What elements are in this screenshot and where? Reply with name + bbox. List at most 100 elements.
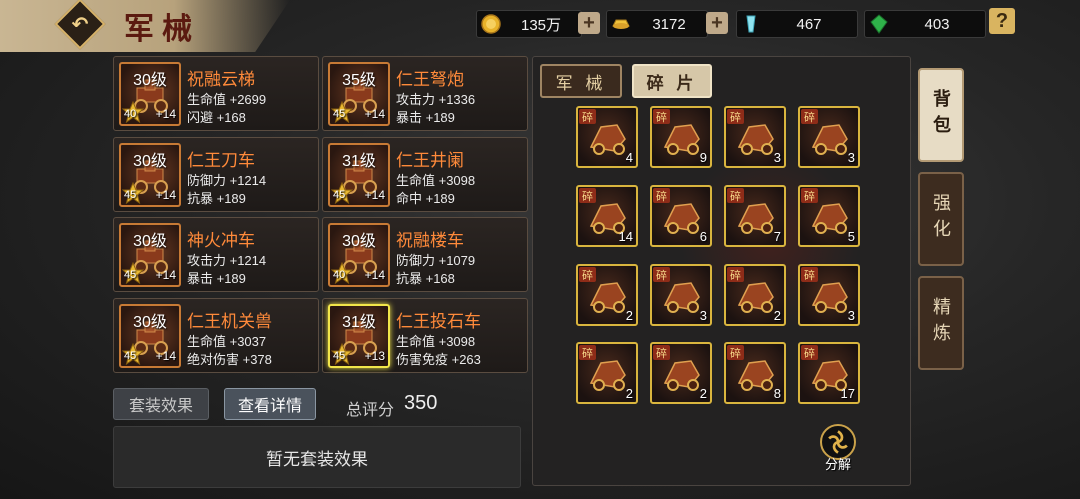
fragment-count: 2	[625, 386, 633, 401]
fragment-slot[interactable]: 碎2	[576, 342, 638, 404]
weapon-star-level: 45	[124, 269, 137, 281]
decompose-label: 分解	[824, 457, 851, 472]
fragment-slot[interactable]: 碎3	[798, 264, 860, 326]
weapon-enhance-level: +14	[155, 107, 176, 121]
gold-value: 135万	[520, 16, 562, 34]
fragment-slot[interactable]: 碎9	[650, 106, 712, 168]
currency-jade: 403	[864, 10, 986, 38]
currency-crystal: 467	[736, 10, 858, 38]
fragment-count: 14	[618, 229, 633, 244]
fragment-tag: 碎	[801, 345, 818, 360]
weapon-thumbnail: 30级 40 +14	[119, 62, 181, 126]
weapon-thumbnail: 30级 45 +14	[119, 143, 181, 207]
gold-coin-icon	[481, 14, 501, 34]
fragment-slot[interactable]: 碎 17	[798, 342, 860, 404]
weapon-enhance-level: +14	[364, 188, 385, 202]
weapon-stat-primary: 生命值 +3098	[396, 334, 476, 349]
suit-effect-button[interactable]: 套装效果	[113, 388, 209, 420]
fragment-slot[interactable]: 碎2	[724, 264, 786, 326]
weapon-card[interactable]: 31级 45 +13 仁王投石车 生命值 +3098 伤害免疫 +263	[322, 298, 528, 373]
fragment-tag: 碎	[579, 109, 596, 124]
weapon-card[interactable]: 30级 45 +14 仁王机关兽 生命值 +3037 绝对伤害 +378	[113, 298, 319, 373]
weapon-card[interactable]: 35级 45 +14 仁王弩炮 攻击力 +1336 暴击 +189	[322, 56, 528, 131]
weapon-stat-secondary: 命中 +189	[396, 191, 455, 206]
weapon-card[interactable]: 30级 45 +14 仁王刀车 防御力 +1214 抗暴 +189	[113, 137, 319, 212]
fragment-slot[interactable]: 碎2	[650, 342, 712, 404]
tab-weapons[interactable]: 军 械	[540, 64, 622, 98]
fragment-count: 2	[699, 386, 707, 401]
fragment-slot[interactable]: 碎3	[724, 106, 786, 168]
total-score-value: 350	[404, 392, 438, 414]
weapon-level: 30级	[133, 233, 167, 250]
weapon-card[interactable]: 30级 40 +14 祝融云梯 生命值 +2699 闪避 +168	[113, 56, 319, 131]
weapon-name: 仁王弩炮	[396, 70, 464, 89]
fragment-slot[interactable]: 碎4	[576, 106, 638, 168]
fragment-tag: 碎	[579, 345, 596, 360]
fragment-count: 4	[625, 150, 633, 165]
side-tab-strengthen[interactable]: 强化	[918, 172, 964, 266]
fragment-slot[interactable]: 碎6	[650, 185, 712, 247]
fragment-count: 3	[773, 150, 781, 165]
side-tab-strengthen-label: 强化	[931, 193, 951, 245]
weapon-card[interactable]: 31级 45 +14 仁王井阑生命值 +3098 命中 +189	[322, 137, 528, 212]
weapon-thumbnail: 30级 45 +14	[119, 223, 181, 287]
fragment-slot[interactable]: 碎8	[724, 342, 786, 404]
fragment-slot[interactable]: 碎 14	[576, 185, 638, 247]
weapon-stat-primary: 生命值 +3098	[396, 173, 476, 188]
fragment-tag: 碎	[653, 188, 670, 203]
back-arrow-icon: ↶	[71, 13, 89, 36]
weapon-card[interactable]: 30级 45 +14 神火冲车 攻击力 +1214 暴击 +189	[113, 217, 319, 292]
weapon-thumbnail: 30级 45 +14	[119, 304, 181, 368]
fragment-tag: 碎	[653, 109, 670, 124]
crystal-icon	[746, 15, 756, 33]
weapon-name: 神火冲车	[187, 231, 255, 250]
weapon-stat-secondary: 暴击 +189	[187, 271, 246, 286]
weapon-stat-primary: 攻击力 +1336	[396, 92, 476, 107]
weapon-level: 31级	[342, 153, 376, 170]
weapon-stat-secondary: 绝对伤害 +378	[187, 352, 272, 367]
total-score-label: 总评分	[346, 402, 395, 419]
fragment-tag: 碎	[727, 345, 744, 360]
fragment-slot[interactable]: 碎3	[650, 264, 712, 326]
fragment-slot[interactable]: 碎2	[576, 264, 638, 326]
weapon-enhance-level: +14	[155, 268, 176, 282]
weapon-enhance-level: +13	[364, 349, 385, 363]
ingot-value: 3172	[652, 15, 686, 33]
fragment-tag: 碎	[653, 345, 670, 360]
add-ingot-button[interactable]: +	[706, 12, 728, 34]
add-gold-button[interactable]: +	[578, 12, 600, 34]
help-button[interactable]: ?	[989, 8, 1015, 34]
weapon-card[interactable]: 30级 40 +14 祝融楼车 防御力 +1079 抗暴 +168	[322, 217, 528, 292]
fragment-count: 2	[625, 308, 633, 323]
weapon-star-level: 45	[124, 189, 137, 201]
weapon-level: 30级	[133, 153, 167, 170]
fragment-slot[interactable]: 碎3	[798, 106, 860, 168]
weapon-thumbnail: 31级 45 +14	[328, 143, 390, 207]
fragment-count: 8	[773, 386, 781, 401]
fragment-tag: 碎	[579, 267, 596, 282]
decompose-button[interactable]: 分解	[816, 424, 860, 474]
side-tab-refine[interactable]: 精炼	[918, 276, 964, 370]
weapon-name: 祝融楼车	[396, 231, 464, 250]
fragment-slot[interactable]: 碎7	[724, 185, 786, 247]
tab-fragments[interactable]: 碎 片	[632, 64, 712, 98]
side-tab-bag-label: 背包	[931, 89, 951, 141]
weapon-enhance-level: +14	[364, 107, 385, 121]
suit-effect-message: 暂无套装效果	[266, 449, 368, 469]
weapon-name: 仁王刀车	[187, 151, 255, 170]
weapon-star-level: 45	[333, 108, 346, 120]
fragment-slot[interactable]: 碎5	[798, 185, 860, 247]
side-tab-bag[interactable]: 背包	[918, 68, 964, 162]
jade-icon	[870, 14, 888, 34]
weapon-name: 仁王井阑	[396, 151, 464, 170]
fragment-count: 17	[840, 386, 855, 401]
weapon-level: 31级	[342, 314, 376, 331]
view-details-button[interactable]: 查看详情	[224, 388, 316, 420]
fragment-tag: 碎	[727, 109, 744, 124]
weapon-thumbnail: 35级 45 +14	[328, 62, 390, 126]
jade-value: 403	[924, 15, 950, 33]
fragment-count: 7	[773, 229, 781, 244]
fragment-tag: 碎	[801, 109, 818, 124]
weapon-level: 35级	[342, 72, 376, 89]
fragment-count: 2	[773, 308, 781, 323]
